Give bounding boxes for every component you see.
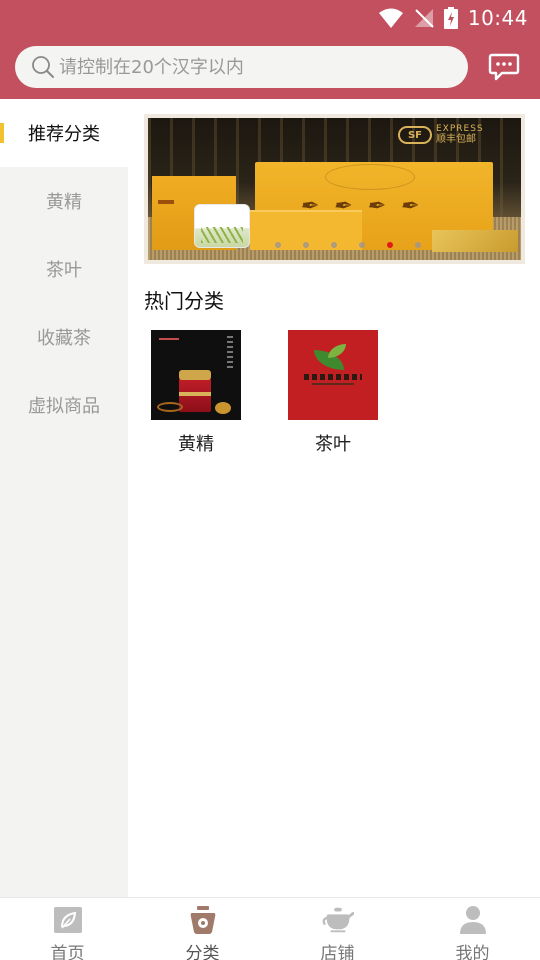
status-time: 10:44 xyxy=(467,6,528,30)
tea-thumbnail xyxy=(288,330,378,420)
bottom-navigation: 首页 分类 店铺 我的 xyxy=(0,897,540,960)
hot-category-label: 茶叶 xyxy=(315,434,351,455)
message-button[interactable] xyxy=(484,50,524,84)
sidebar-item-tea[interactable]: 茶叶 xyxy=(0,235,128,303)
promo-banner[interactable]: ✒ ✒ ✒ ✒ SF EXPRESS 顺丰包邮 xyxy=(144,114,525,264)
user-icon xyxy=(457,905,489,935)
nav-store-label: 店铺 xyxy=(320,944,355,960)
sf-express-badge: SF EXPRESS 顺丰包邮 xyxy=(398,124,484,145)
banner-dot-active[interactable] xyxy=(387,242,393,248)
banner-pagination xyxy=(148,242,521,250)
sf-logo: SF xyxy=(398,126,432,144)
hot-category-label: 黄精 xyxy=(178,434,214,455)
nav-category[interactable]: 分类 xyxy=(135,898,270,960)
nav-store[interactable]: 店铺 xyxy=(270,898,405,960)
hot-category-tea[interactable]: 茶叶 xyxy=(288,330,378,456)
banner-dot[interactable] xyxy=(303,242,309,248)
main-content: ✒ ✒ ✒ ✒ SF EXPRESS 顺丰包邮 热门分类 黄精 茶叶 xyxy=(128,99,540,897)
top-header xyxy=(0,36,540,99)
sidebar-item-recommended[interactable]: 推荐分类 xyxy=(0,99,128,167)
nav-category-label: 分类 xyxy=(185,944,220,960)
banner-dot[interactable] xyxy=(415,242,421,248)
message-icon xyxy=(488,53,520,81)
search-icon xyxy=(32,56,54,78)
banner-dot[interactable] xyxy=(331,242,337,248)
search-input[interactable] xyxy=(59,46,459,88)
huangjing-thumbnail xyxy=(151,330,241,420)
sidebar-item-label: 虚拟商品 xyxy=(28,396,100,417)
no-signal-icon xyxy=(414,8,434,28)
sf-text-cn: 顺丰包邮 xyxy=(436,134,476,145)
home-leaf-icon xyxy=(52,905,84,935)
sidebar-item-label: 黄精 xyxy=(46,192,82,213)
sidebar-item-collectible-tea[interactable]: 收藏茶 xyxy=(0,303,128,371)
nav-mine-label: 我的 xyxy=(455,944,490,960)
status-bar: 10:44 xyxy=(0,0,540,36)
category-icon xyxy=(187,905,219,935)
sidebar-item-virtual-goods[interactable]: 虚拟商品 xyxy=(0,371,128,439)
sidebar-item-huangjing[interactable]: 黄精 xyxy=(0,167,128,235)
app-root: 10:44 推荐分类 黄精 茶叶 xyxy=(0,0,540,960)
category-sidebar: 推荐分类 黄精 茶叶 收藏茶 虚拟商品 xyxy=(0,99,128,897)
nav-home-label: 首页 xyxy=(50,944,85,960)
status-icons: 10:44 xyxy=(378,5,528,31)
sidebar-item-label: 收藏茶 xyxy=(37,328,91,349)
banner-dot[interactable] xyxy=(275,242,281,248)
hot-category-huangjing[interactable]: 黄精 xyxy=(151,330,241,456)
banner-dot[interactable] xyxy=(359,242,365,248)
teapot-icon xyxy=(322,905,354,935)
search-box[interactable] xyxy=(15,46,468,88)
battery-charging-icon xyxy=(443,7,458,29)
banner-image: ✒ ✒ ✒ ✒ SF EXPRESS 顺丰包邮 xyxy=(148,118,521,260)
wifi-icon xyxy=(378,7,404,29)
nav-mine[interactable]: 我的 xyxy=(405,898,540,960)
sf-text-en: EXPRESS xyxy=(436,124,484,134)
sidebar-item-label: 推荐分类 xyxy=(28,124,100,145)
sidebar-item-label: 茶叶 xyxy=(46,260,82,281)
nav-home[interactable]: 首页 xyxy=(0,898,135,960)
hot-categories-title: 热门分类 xyxy=(144,289,224,313)
